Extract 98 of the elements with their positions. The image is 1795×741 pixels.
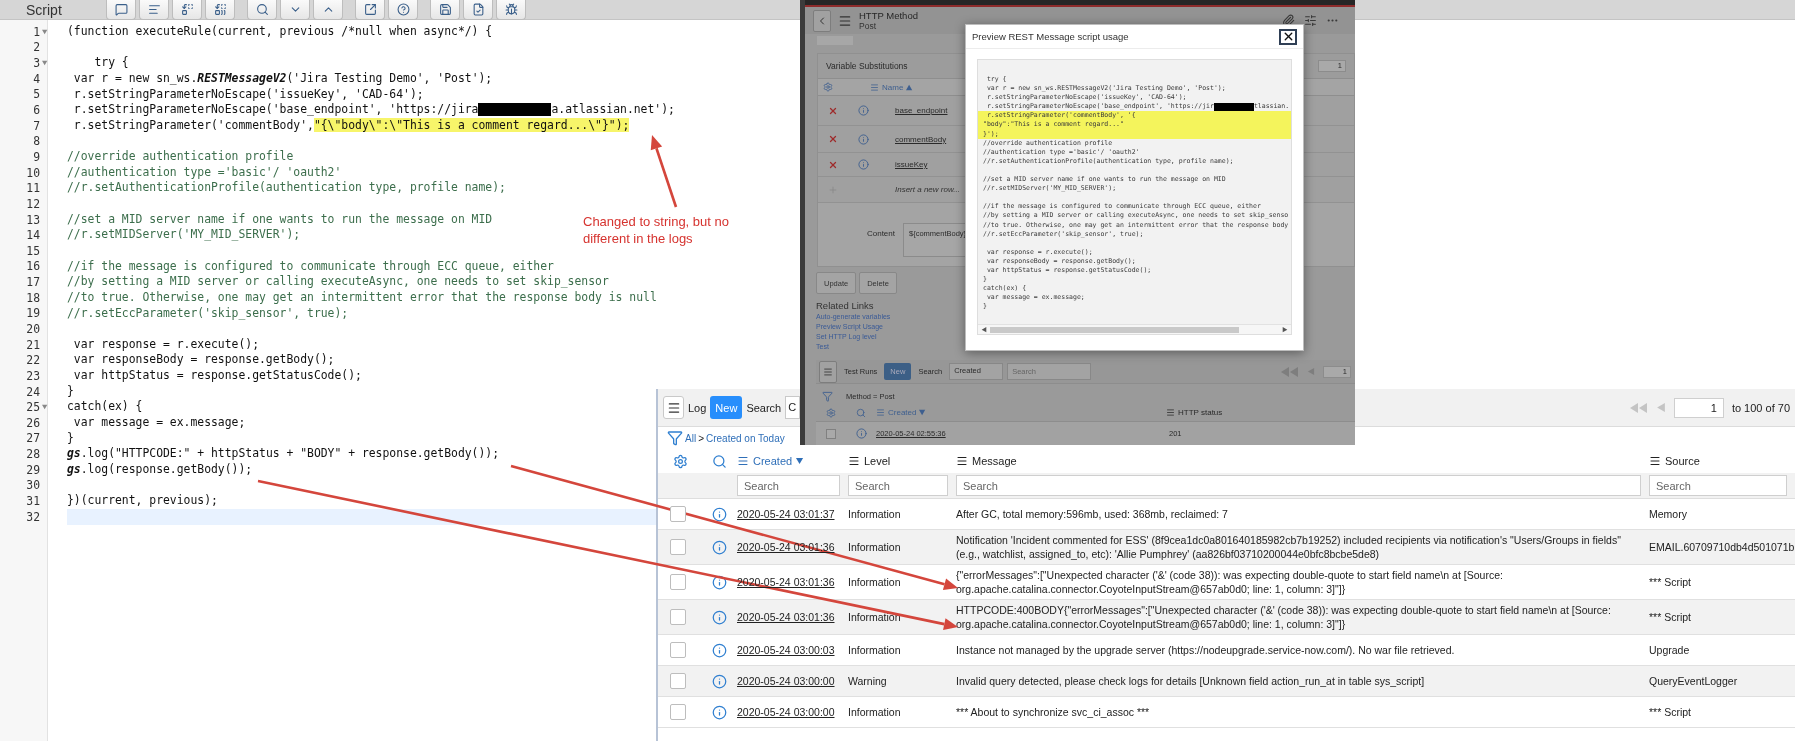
- level-cell-text: Information: [848, 575, 902, 589]
- source-cell-text: QueryEventLogger: [1649, 674, 1739, 688]
- level-cell-text: Information: [848, 643, 902, 657]
- line-number: 17: [25, 275, 40, 290]
- line-number: 12: [25, 196, 40, 211]
- line-number: 31: [25, 494, 40, 509]
- code-line: }: [67, 430, 74, 447]
- line-number: 16: [25, 259, 40, 274]
- line-number: 10: [25, 165, 40, 180]
- level-cell-text: Information: [848, 705, 902, 719]
- column-label: Level: [864, 455, 891, 467]
- source-cell-text: *** Script: [1649, 610, 1692, 624]
- code-line: //authentication type ='basic'/ 'oauth2': [67, 164, 342, 181]
- line-number: 15: [25, 243, 40, 258]
- line-number: 13: [25, 212, 40, 227]
- column-label: HTTP status: [1178, 408, 1223, 417]
- line-number: 5: [32, 87, 40, 102]
- code-line: //r.setEccParameter('skip_sensor', true);: [67, 305, 349, 322]
- message-cell-text: Instance not managed by the upgrade server (https://nodeupgrade.service-now.com/). No war file retrieved.: [956, 643, 1456, 657]
- code-text: r.setStringParameterNoEscape('base_endpoint', 'https://jira: [72, 102, 479, 117]
- line-number: 19: [25, 306, 40, 321]
- message-cell-text: *** About to synchronize svc_ci_assoc ***: [956, 705, 1151, 719]
- source-cell-text: Memory: [1649, 507, 1688, 521]
- list-title: Log: [688, 401, 707, 414]
- annotation-text: Changed to string, but no different in the logs: [583, 213, 730, 247]
- column-label: Created: [753, 455, 793, 467]
- source-cell-text: *** Script: [1649, 705, 1692, 719]
- code-line: r.setStringParameter('commentBody',"{\"body\":\"This is a comment regard...\"}");: [72, 117, 630, 134]
- line-number: 8: [32, 134, 40, 149]
- code-line: var r = new sn_ws.RESTMessageV2('Jira Testing Demo', 'Post');: [72, 70, 493, 87]
- line-number: 1: [32, 24, 40, 39]
- line-number: 11: [25, 181, 40, 196]
- code-line: var responseBody = response.getBody();: [72, 352, 335, 369]
- line-number: 20: [25, 322, 40, 336]
- message-cell-text: Invalid query detected, please check logs for details [Unknown field action_run_at in table sys_script]: [956, 674, 1426, 688]
- source-cell-text: *** Script: [1649, 575, 1692, 589]
- line-number: 22: [25, 353, 40, 368]
- code-line: gs.log("HTTPCODE:" + httpStatus + "BODY" + response.getBody());: [67, 446, 500, 462]
- line-number: 32: [25, 509, 40, 524]
- line-number: 6: [32, 103, 40, 117]
- line-number: 23: [25, 368, 40, 383]
- level-cell-text: Warning: [848, 674, 888, 688]
- section-title: Variable Substitutions: [826, 61, 908, 71]
- dialog-title: Preview REST Message script usage: [972, 31, 1129, 42]
- line-number: 7: [32, 118, 40, 133]
- line-number: 24: [25, 384, 40, 399]
- code-line: var response = r.execute();: [72, 336, 260, 353]
- line-number: 2: [32, 40, 40, 55]
- code-line: (function executeRule(current, previous /*null when async*/) {: [67, 24, 493, 40]
- code-line: //r.setMIDServer('MY_MID_SERVER');: [67, 227, 301, 243]
- message-cell-text: After GC, total memory:596mb, used: 368mb, reclaimed: 7: [956, 507, 1229, 521]
- column-label: Created: [888, 408, 917, 417]
- line-number: 25: [25, 400, 40, 415]
- line-number: 4: [32, 71, 40, 86]
- code-line: var httpStatus = response.getStatusCode();: [72, 368, 362, 384]
- breadcrumb-separator: >: [698, 432, 704, 444]
- message-cell-text: HTTPCODE:400BODY{"errorMessages":["Unexpected character ('&' (code 38)): was expecting double-quote to start field name\n at [Source: org.apache.catalina.connector.CoyoteInputStream@657ab0d0; line: 1, column: 3]"]}: [956, 603, 1612, 631]
- search-label: Search: [746, 401, 782, 414]
- code-text: a.atlassian.net');: [551, 102, 675, 117]
- record-subtitle: Post: [859, 20, 877, 31]
- line-number: 30: [25, 478, 40, 493]
- message-cell-text: {"errorMessages":["Unexpected character ('&' (code 38)): was expecting double-quote to start field name\n at [Source: org.apache.catalina.connector.CoyoteInputStream@657ab0d0; line: 1, column: 3]"]}: [956, 568, 1504, 596]
- code-line: var message = ex.message;: [72, 415, 246, 431]
- page-range: to 100 of 70: [1731, 401, 1790, 414]
- code-line: //set a MID server name if one wants to run the message on MID: [67, 211, 493, 228]
- code-line: })(current, previous);: [67, 493, 218, 509]
- code-line: }: [67, 383, 74, 400]
- line-number: 3: [32, 56, 40, 71]
- line-number: 26: [25, 415, 40, 430]
- line-number: 21: [25, 337, 40, 352]
- message-cell-text: Notification 'Incident commented for ESS' (8f9cea1dc0a801640185982cb7b19252) included recipients via notification's "Users/Groups in fields" (e.g., watchlist, assigned_to, etc): 'Allie Pumphrey' (aa826bf03710200044e0bfc8bcbe5de8): [956, 533, 1622, 561]
- level-cell-text: Information: [848, 540, 902, 554]
- line-number: 27: [25, 431, 40, 446]
- code-line: //by setting a MID server or calling executeAsync, one needs to set skip_sensor: [67, 274, 609, 290]
- code-line: //r.setAuthenticationProfile(authentication type, profile name);: [67, 180, 506, 197]
- line-number: 14: [25, 228, 40, 243]
- code-line: //to true. Otherwise, one may get an intermittent error that the response body is null: [67, 289, 657, 306]
- code-line: //override authentication profile: [67, 149, 294, 165]
- content-label: Content: [865, 228, 895, 238]
- column-label: Name: [882, 82, 904, 92]
- editor-title: Script: [26, 1, 63, 19]
- code-line: r.setStringParameterNoEscape('issueKey', 'CAD-64');: [72, 86, 424, 103]
- source-cell-text: Upgrade: [1649, 643, 1691, 657]
- column-label: Source: [1665, 455, 1700, 467]
- level-cell-text: Information: [848, 507, 902, 521]
- code-line: //if the message is configured to communicate through ECC queue, either: [67, 258, 554, 275]
- level-cell-text: Information: [848, 610, 902, 624]
- column-label: Message: [972, 455, 1017, 467]
- code-line: catch(ex) {: [67, 399, 143, 415]
- related-links-title: Related Links: [816, 300, 874, 311]
- line-number: 18: [25, 290, 40, 305]
- line-number: 29: [25, 462, 40, 477]
- line-number: 9: [32, 149, 40, 164]
- line-number: 28: [25, 447, 40, 462]
- source-cell: EMAIL.60709710db4d501071b: [1649, 540, 1795, 554]
- code-line: gs.log(response.getBody());: [67, 461, 253, 478]
- code-line: try {: [93, 55, 129, 71]
- record-title: HTTP Method: [859, 10, 918, 21]
